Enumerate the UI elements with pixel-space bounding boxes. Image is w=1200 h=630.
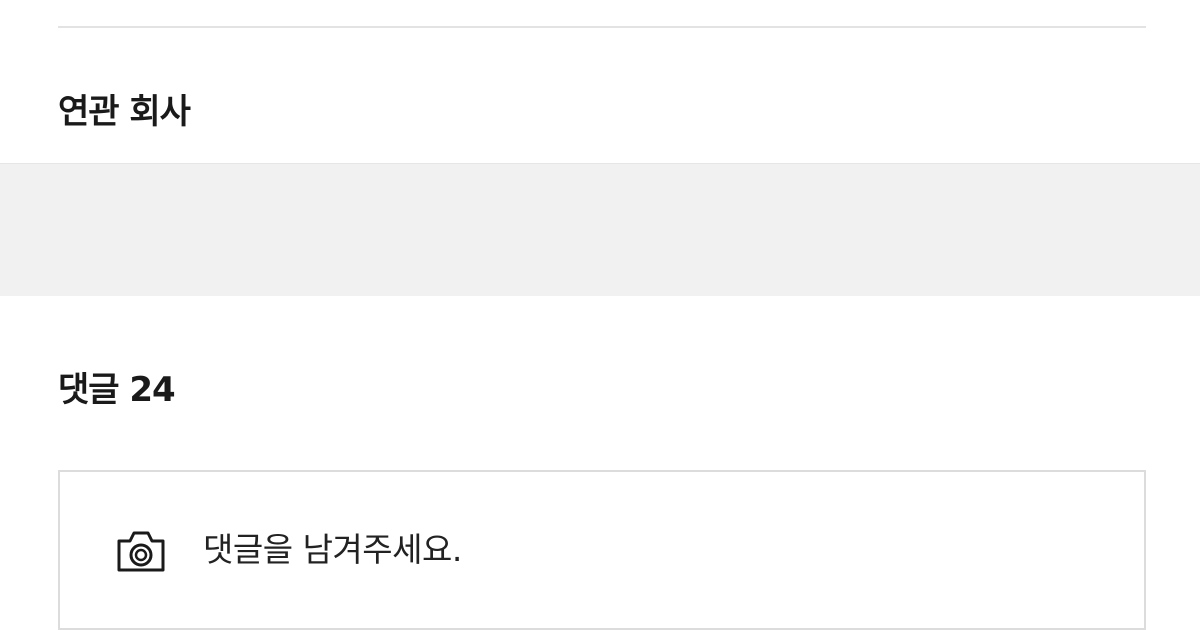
- comment-placeholder: 댓글을 남겨주세요.: [203, 530, 462, 569]
- related-companies-title: 연관 회사: [58, 92, 191, 132]
- comment-input[interactable]: 댓글을 남겨주세요.: [58, 470, 1146, 630]
- comments-title: 댓글 24: [58, 370, 176, 410]
- related-companies-area: [0, 163, 1200, 296]
- page: 연관 회사 댓글 24 댓글을 남겨주세요.: [0, 0, 1200, 630]
- camera-icon[interactable]: [115, 528, 167, 574]
- top-divider: [58, 26, 1146, 28]
